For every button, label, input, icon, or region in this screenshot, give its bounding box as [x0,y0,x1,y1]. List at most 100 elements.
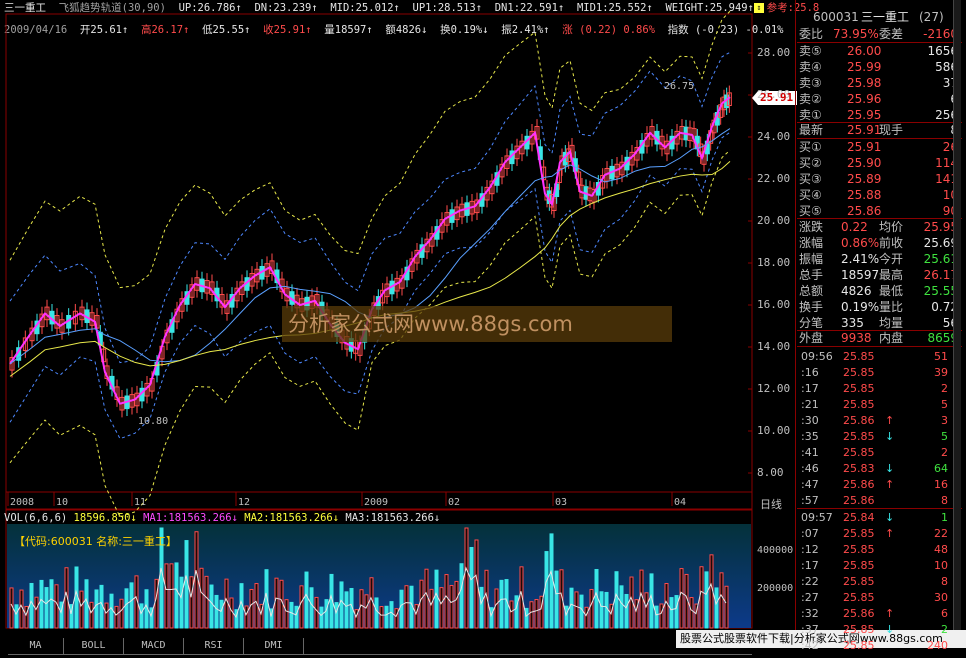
ma-long-line [9,160,731,377]
time-axis-label: 10 [56,497,69,508]
current-price-label: 25.91 [760,91,794,104]
tick-price: 25.85 [843,527,875,540]
tick-time: :37 [801,623,819,636]
volume-bar [289,601,294,629]
webi-row: 委比 73.95% 委差 -2160 [797,26,962,42]
quote-divider [795,0,796,630]
volume-bar [214,594,219,629]
tick-price: 25.86 [843,478,875,491]
tick-price: 25.85 [843,382,875,395]
vol-value: 18596.850↓ [73,512,137,524]
stat-value: 0.22 [841,220,868,234]
tick-row: :42 25.85 240 [797,638,962,653]
tab-macd[interactable]: MACD [124,638,184,654]
volume-bar [284,599,289,629]
sell-label: 卖③ [799,76,822,90]
tick-volume: 2 [941,623,948,636]
tick-arrow: ↑ [885,607,895,620]
price-axis-label: 16.00 [757,298,791,311]
volume-bar [499,579,504,629]
buy-row: 买② 25.90 114 [797,155,962,171]
price-axis-label: 22.00 [757,172,791,185]
volume-bar [344,591,349,629]
tick-price: 25.85 [843,398,875,411]
tick-time: :46 [801,462,819,475]
stat-value: 0.86% [841,236,880,250]
tab-ma[interactable]: MA [8,638,64,654]
waipan-label: 外盘 [799,331,824,345]
tick-volume: 48 [934,543,948,556]
tick-row: :32 25.86 ↑ 6 [797,606,962,621]
vol-indicator-name[interactable]: VOL(6,6,6) [4,512,67,524]
volume-legend: VOL(6,6,6) 18596.850↓ MA1:181563.266↓ MA… [4,512,440,524]
tab-rsi[interactable]: RSI [184,638,244,654]
volume-bar [394,608,399,629]
sell-label: 卖① [799,108,822,122]
neipan-label: 内盘 [879,331,904,345]
tick-time: :42 [801,639,819,652]
volume-bar [584,606,589,629]
tick-volume: 22 [934,527,948,540]
latest-value: 25.91 [847,123,882,137]
buy-price: 25.89 [847,172,882,186]
time-axis-label: 02 [448,497,461,508]
volume-bar [249,588,254,629]
volume-bar [624,593,629,629]
volume-bar [419,579,424,629]
volume-bar [14,604,19,629]
volume-bar [199,567,204,629]
sell-price: 25.99 [847,60,882,74]
stat-value: 4826 [841,284,872,298]
tick-row: :37 25.85 ↓ 2 [797,622,962,637]
buy-label: 买② [799,156,822,170]
buy-price: 25.90 [847,156,882,170]
sell-price: 26.00 [847,44,882,58]
tick-volume: 6 [941,607,948,620]
tick-price: 25.85 [843,543,875,556]
quote-num: (27) [919,10,944,24]
buy-row: 买⑤ 25.86 90 [797,203,962,219]
stat-row: 分笔 335 均量 56 [797,315,962,331]
time-axis-label: 11 [134,497,147,508]
stat-label: 最低 [879,284,904,298]
stat-label: 最高 [879,268,904,282]
volume-bar [179,576,184,629]
tick-volume: 51 [934,350,948,363]
volume-bar [374,597,379,629]
sell-price: 25.96 [847,92,882,106]
period-label[interactable]: 日线 [760,496,782,512]
volume-bar [509,600,514,629]
tab-boll[interactable]: BOLL [64,638,124,654]
tick-price: 25.85 [843,430,875,443]
volume-bar [79,590,84,629]
sep-7 [797,508,962,509]
volume-bar [74,566,79,629]
tick-row: :41 25.85 2 [797,445,962,460]
tick-price: 25.85 [843,366,875,379]
tick-volume: 16 [934,478,948,491]
quote-scrollbar[interactable] [953,0,961,630]
volume-bar [389,601,394,629]
tick-volume: 30 [934,591,948,604]
stat-label: 换手 [799,300,824,314]
volume-bar [404,585,409,629]
tick-time: :47 [801,478,819,491]
volume-bar [659,603,664,629]
tick-time: :32 [801,607,819,620]
tick-time: :27 [801,591,819,604]
tab-dmi[interactable]: DMI [244,638,304,654]
volume-bar [679,568,684,629]
vol-ma1: MA1:181563.266↓ [143,512,238,524]
volume-bar [464,527,469,629]
volume-bar [514,595,519,629]
volume-bar [314,596,319,629]
buy-row: 买③ 25.89 141 [797,171,962,187]
tick-time: :17 [801,559,819,572]
tick-volume: 2 [941,446,948,459]
tick-volume: 3 [941,414,948,427]
tick-volume: 5 [941,430,948,443]
vol-axis-mid: 200000 [757,583,794,594]
volume-bar [219,599,224,629]
tick-time: 09:56 [801,350,833,363]
stat-label: 总额 [799,284,824,298]
